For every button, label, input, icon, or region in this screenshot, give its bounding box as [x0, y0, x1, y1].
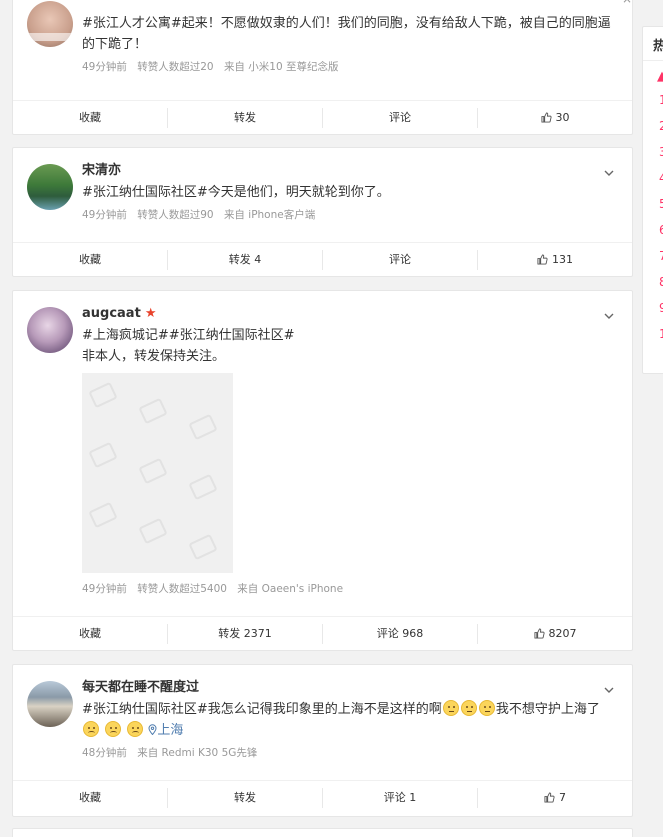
post-actions: 收藏 转发 评论 1 7 [13, 780, 632, 814]
emoji-icon [127, 721, 144, 737]
username[interactable]: 每天都在睡不醒度过 [82, 679, 616, 697]
hashtag-link[interactable]: #上海疯城记##张江纳仕国际社区# [82, 328, 295, 343]
rank-item[interactable]: 2 [643, 113, 663, 139]
post-card: 每天都在睡不醒度过 #张江纳仕国际社区#我怎么记得我印象里的上海不是这样的啊 我不… [12, 664, 633, 817]
post-meta: 49分钟前 转赞人数超过90 来自 iPhone客户端 [82, 207, 616, 223]
post-text: #上海疯城记##张江纳仕国际社区# 非本人，转发保持关注。 [82, 328, 295, 364]
repost-button[interactable]: 转发 2371 [168, 623, 323, 644]
post-source: 来自 小米10 至尊纪念版 [223, 61, 339, 73]
post-stat: 转赞人数超过20 [137, 61, 214, 73]
comment-button[interactable]: 评论 [323, 107, 478, 128]
hashtag-link[interactable]: #张江纳仕国际社区# [82, 702, 208, 717]
collect-button[interactable]: 收藏 [13, 107, 168, 128]
emoji-icon [460, 700, 477, 716]
post-source: 来自 Redmi K30 5G先锋 [137, 747, 258, 759]
post-text: #张江人才公寓#起来！不愿做奴隶的人们！我们的同胞，没有给敌人下跪，被自己的同胞… [82, 16, 611, 52]
rank-item[interactable]: 9 [643, 295, 663, 321]
emoji-icon [442, 700, 459, 716]
emoji-icon [478, 700, 495, 716]
post-source: 来自 iPhone客户端 [223, 209, 316, 221]
username[interactable]: augcaat ★ [82, 305, 616, 323]
hashtag-link[interactable]: #张江纳仕国际社区# [82, 185, 208, 200]
rank-item[interactable]: 4 [643, 165, 663, 191]
post-text: #张江纳仕国际社区#我怎么记得我印象里的上海不是这样的啊 我不想守护上海了 上海 [82, 700, 600, 738]
rank-item[interactable]: 7 [643, 243, 663, 269]
like-button[interactable]: 7 [478, 788, 632, 808]
thumbs-up-icon [544, 792, 555, 803]
repost-button[interactable]: 转发 [168, 107, 323, 128]
post-meta: 48分钟前 来自 Redmi K30 5G先锋 [82, 745, 616, 761]
rank-item[interactable]: 8 [643, 269, 663, 295]
post-actions: 收藏 转发 4 评论 131 [13, 242, 632, 276]
post-stat: 转赞人数超过5400 [137, 583, 227, 595]
image-icon [89, 382, 217, 560]
like-button[interactable]: 131 [478, 250, 632, 270]
post-text: #张江纳仕国际社区#今天是他们，明天就轮到你了。 [82, 185, 390, 200]
like-button[interactable]: 30 [478, 108, 632, 128]
thumbs-up-icon [540, 112, 552, 123]
hot-search-sidebar: 热 ▲ 1 2 3 4 5 6 7 8 9 1 [642, 26, 663, 374]
post-meta: 49分钟前 转赞人数超过20 来自 小米10 至尊纪念版 [82, 59, 616, 75]
vip-badge-icon: ★ [144, 306, 157, 321]
post-time[interactable]: 49分钟前 [82, 61, 127, 73]
comment-button[interactable]: 评论 968 [323, 623, 478, 644]
location-link[interactable]: 上海 [148, 723, 183, 738]
repost-button[interactable]: 转发 4 [168, 249, 323, 270]
rank-item[interactable]: 1 [643, 87, 663, 113]
post-time[interactable]: 49分钟前 [82, 583, 127, 595]
rank-item[interactable]: 3 [643, 139, 663, 165]
thumbs-up-icon [533, 628, 545, 639]
post-actions: 收藏 转发 评论 30 [13, 100, 632, 134]
post-card: 宋清亦 #张江纳仕国际社区#今天是他们，明天就轮到你了。 49分钟前 转赞人数超… [12, 147, 633, 277]
post-actions: 收藏 转发 2371 评论 968 8207 [13, 616, 632, 650]
repost-button[interactable]: 转发 [168, 787, 323, 808]
post-source: 来自 Oaeen's iPhone [237, 583, 344, 595]
like-button[interactable]: 8207 [478, 624, 632, 644]
post-stat: 转赞人数超过90 [137, 209, 214, 221]
hot-icon: ▲ [657, 69, 663, 84]
comment-button[interactable]: 评论 [323, 249, 478, 270]
emoji-icon [105, 721, 122, 737]
emoji-icon [83, 721, 99, 737]
collect-button[interactable]: 收藏 [13, 249, 168, 270]
post-time[interactable]: 48分钟前 [82, 747, 127, 759]
hashtag-link[interactable]: #张江人才公寓# [82, 16, 182, 31]
rank-item[interactable]: 1 [643, 321, 663, 347]
top-toolbar: × [560, 0, 663, 6]
comment-button[interactable]: 评论 1 [323, 787, 478, 808]
sidebar-title: 热 [643, 27, 663, 61]
rank-item[interactable]: 5 [643, 191, 663, 217]
collect-button[interactable]: 收藏 [13, 623, 168, 644]
rank-item[interactable]: 6 [643, 217, 663, 243]
username[interactable]: 宋清亦 [82, 162, 616, 180]
post-card: augcaat ★ #上海疯城记##张江纳仕国际社区# 非本人，转发保持关注。 [12, 290, 633, 651]
image-placeholder[interactable] [82, 373, 233, 573]
post-time[interactable]: 49分钟前 [82, 209, 127, 221]
post-card: #张江人才公寓#起来！不愿做奴隶的人们！我们的同胞，没有给敌人下跪，被自己的同胞… [12, 0, 633, 135]
close-icon[interactable]: × [622, 0, 632, 6]
post-card [12, 828, 633, 837]
thumbs-up-icon [537, 254, 548, 265]
post-meta: 49分钟前 转赞人数超过5400 来自 Oaeen's iPhone [82, 581, 616, 597]
collect-button[interactable]: 收藏 [13, 787, 168, 808]
